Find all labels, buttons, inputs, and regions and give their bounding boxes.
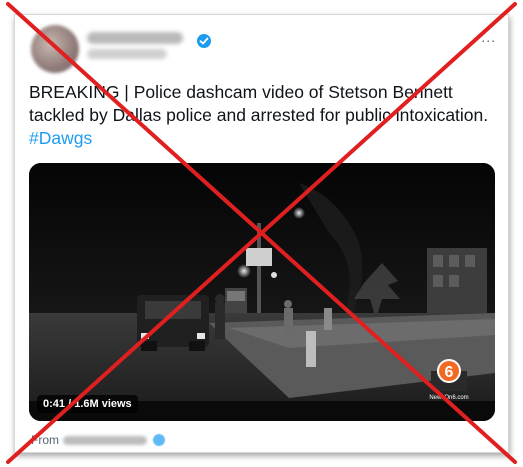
video-duration: 0:41 [43, 398, 66, 410]
tweet-text: BREAKING | Police dashcam video of Stets… [29, 81, 499, 150]
blurred-source-name[interactable] [63, 436, 147, 445]
video-duration-badge: 0:41 / 1.6M views [37, 395, 138, 413]
blurred-display-name[interactable] [87, 32, 183, 44]
tweet-card[interactable]: ... BREAKING | Police dashcam video of S… [14, 14, 509, 453]
tweet-body: BREAKING | Police dashcam video of Stets… [29, 82, 489, 125]
station-name: NewsOn6.com [429, 395, 468, 401]
source-verified-badge-icon [153, 434, 165, 446]
verified-badge-icon [197, 34, 211, 48]
avatar[interactable] [31, 25, 79, 73]
video-views: 1.6M views [74, 398, 132, 410]
blurred-handle[interactable] [87, 49, 167, 59]
badge-separator: / [65, 398, 75, 410]
from-attribution: From [31, 431, 59, 449]
hashtag-link[interactable]: #Dawgs [29, 128, 92, 148]
station-logo-number: 6 [445, 364, 454, 381]
tweet-header: ... [15, 15, 508, 75]
video-player[interactable]: 6 NewsOn6.com 0:41 / 1.6M views [29, 163, 495, 421]
dashcam-frame: 6 NewsOn6.com [29, 163, 495, 421]
from-label: From [31, 433, 59, 447]
more-options-icon[interactable]: ... [481, 29, 496, 45]
